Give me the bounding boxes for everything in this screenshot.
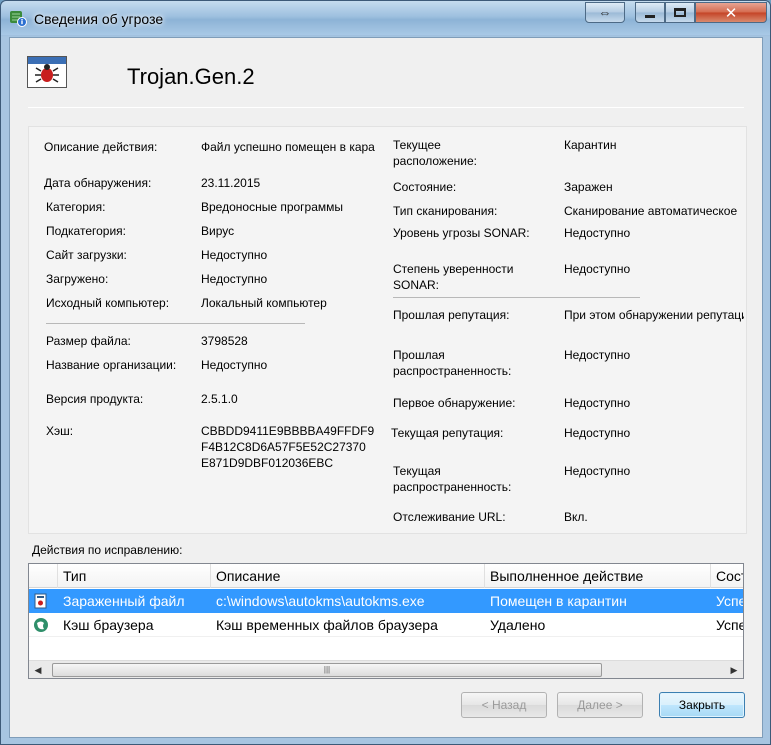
- app-shield-icon: [9, 9, 27, 27]
- back-button[interactable]: < Назад: [461, 692, 547, 718]
- row-type: Кэш браузера: [63, 617, 154, 633]
- row-type: Зараженный файл: [63, 593, 185, 609]
- remediation-table[interactable]: Тип Описание Выполненное действие Состоя…: [28, 563, 744, 679]
- table-row[interactable]: Зараженный файл c:\windows\autokms\autok…: [29, 589, 743, 613]
- field-value-sonar-threat-level: Недоступно: [564, 226, 631, 240]
- resize-button[interactable]: ⇔: [585, 2, 625, 23]
- field-label-subcategory: Подкатегория:: [46, 224, 126, 238]
- field-value-subcategory: Вирус: [201, 224, 235, 238]
- field-label-detection-date: Дата обнаружения:: [44, 176, 152, 190]
- row-status: Успешно: [716, 617, 743, 633]
- field-label-current-reputation: Текущая репутация:: [391, 426, 504, 440]
- field-value-hash: CBBDD9411E9BBBBA49FFDF9 F4B12C8D6A57F5E5…: [201, 424, 375, 470]
- field-label-download-site: Сайт загрузки:: [46, 248, 127, 262]
- field-value-download-site: Недоступно: [201, 248, 268, 262]
- next-button[interactable]: Далее >: [557, 692, 643, 718]
- infected-file-icon: [33, 593, 49, 609]
- field-value-current-reputation: Недоступно: [564, 426, 631, 440]
- field-label-source-computer: Исходный компьютер:: [46, 296, 170, 310]
- field-label-downloaded: Загружено:: [46, 272, 109, 286]
- field-label-category: Категория:: [46, 200, 106, 214]
- field-value-action-description: Файл успешно помещен в карантин: [201, 140, 375, 154]
- field-value-detection-date: 23.11.2015: [201, 176, 261, 190]
- dialog-client-area: Trojan.Gen.2 Описание действия: Файл усп…: [9, 37, 763, 738]
- minimize-button[interactable]: [635, 2, 665, 23]
- row-description: Кэш временных файлов браузера: [216, 617, 438, 633]
- close-icon: ✕: [724, 4, 738, 22]
- threat-details-window: Сведения об угрозе ⇔ ✕ Trojan.Gen.2 Опис…: [0, 0, 771, 745]
- window-title: Сведения об угрозе: [34, 11, 164, 27]
- field-label-current-prevalence: Текущая распространенность:: [393, 464, 512, 494]
- close-window-button[interactable]: ✕: [695, 2, 767, 23]
- field-label-current-location: Текущее расположение:: [393, 138, 477, 168]
- horizontal-scrollbar[interactable]: ◀ ||| ▶: [29, 660, 743, 678]
- column-header-icon[interactable]: [29, 564, 58, 588]
- title-bar[interactable]: Сведения об угрозе ⇔ ✕: [1, 1, 770, 35]
- row-description: c:\windows\autokms\autokms.exe: [216, 593, 425, 609]
- field-value-product-version: 2.5.1.0: [201, 392, 238, 406]
- field-value-file-size: 3798528: [201, 334, 248, 348]
- field-value-scan-type: Сканирование автоматическое: [564, 204, 738, 218]
- column-header-status[interactable]: Состояние: [711, 564, 743, 588]
- details-panel: Описание действия: Файл успешно помещен …: [28, 126, 747, 534]
- scrollbar-thumb[interactable]: |||: [52, 663, 602, 677]
- field-label-scan-type: Тип сканирования:: [393, 204, 498, 218]
- field-label-state: Состояние:: [393, 180, 457, 194]
- maximize-icon: [674, 8, 686, 17]
- field-label-past-reputation: Прошлая репутация:: [393, 308, 510, 322]
- bug-icon: [27, 56, 67, 88]
- scroll-left-icon[interactable]: ◀: [29, 661, 47, 678]
- field-label-sonar-threat-level: Уровень угрозы SONAR:: [393, 226, 530, 240]
- field-value-past-prevalence: Недоступно: [564, 348, 631, 362]
- maximize-button[interactable]: [665, 2, 695, 23]
- table-row[interactable]: Кэш браузера Кэш временных файлов браузе…: [29, 613, 743, 637]
- field-value-current-location: Карантин: [564, 138, 617, 152]
- remediation-section-label: Действия по исправлению:: [32, 543, 183, 557]
- field-label-organization: Название организации:: [46, 358, 177, 372]
- field-label-product-version: Версия продукта:: [46, 392, 144, 406]
- close-button[interactable]: Закрыть: [659, 692, 745, 718]
- field-value-url-tracking: Вкл.: [564, 510, 588, 524]
- field-label-action-description: Описание действия:: [44, 140, 158, 154]
- field-value-category: Вредоносные программы: [201, 200, 344, 214]
- row-action: Удалено: [490, 617, 546, 633]
- scroll-right-icon[interactable]: ▶: [725, 661, 743, 678]
- field-value-downloaded: Недоступно: [201, 272, 268, 286]
- threat-name: Trojan.Gen.2: [127, 64, 255, 89]
- field-value-organization: Недоступно: [201, 358, 268, 372]
- column-header-type[interactable]: Тип: [58, 564, 211, 588]
- table-header: Тип Описание Выполненное действие Состоя…: [29, 564, 743, 588]
- field-value-first-detection: Недоступно: [564, 396, 631, 410]
- right-divider: [393, 297, 640, 298]
- row-action: Помещен в карантин: [490, 593, 627, 609]
- header-divider: [28, 107, 744, 108]
- row-status: Успешно: [716, 593, 743, 609]
- field-label-first-detection: Первое обнаружение:: [393, 396, 516, 410]
- minimize-icon: [645, 15, 655, 18]
- column-header-description[interactable]: Описание: [211, 564, 485, 588]
- left-divider: [46, 323, 305, 324]
- field-label-sonar-confidence: Степень уверенности SONAR:: [393, 262, 514, 292]
- browser-cache-icon: [33, 617, 49, 633]
- field-value-state: Заражен: [564, 180, 613, 194]
- field-value-sonar-confidence: Недоступно: [564, 262, 631, 276]
- horizontal-arrows-icon: ⇔: [598, 5, 612, 20]
- field-label-file-size: Размер файла:: [46, 334, 131, 348]
- field-value-past-reputation: При этом обнаружении репутация: [564, 308, 744, 322]
- field-label-url-tracking: Отслеживание URL:: [393, 510, 506, 524]
- field-value-current-prevalence: Недоступно: [564, 464, 631, 478]
- field-label-past-prevalence: Прошлая распространенность:: [393, 348, 512, 378]
- field-label-hash: Хэш:: [46, 424, 74, 438]
- field-value-source-computer: Локальный компьютер: [201, 296, 327, 310]
- column-header-action[interactable]: Выполненное действие: [485, 564, 711, 588]
